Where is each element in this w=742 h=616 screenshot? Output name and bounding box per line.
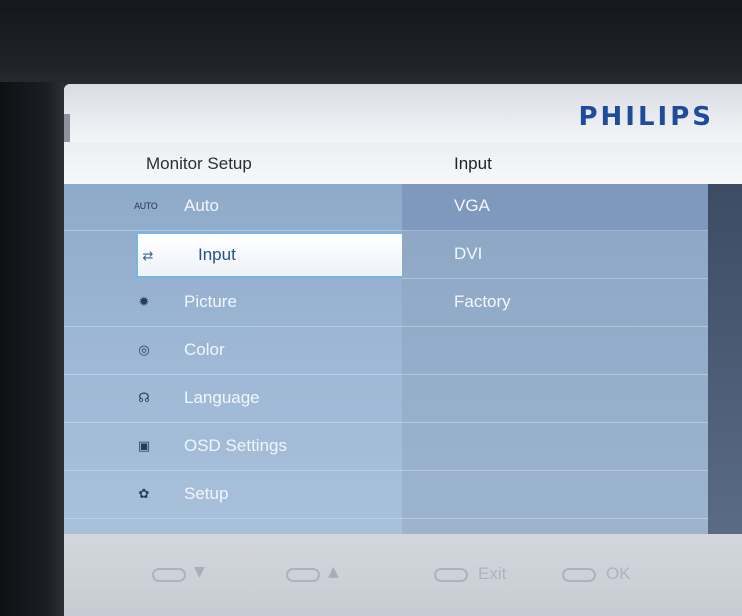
osd-footer: ▼ ▲ Exit OK bbox=[64, 534, 742, 616]
submenu-item-label: VGA bbox=[454, 196, 490, 215]
button-pill-icon bbox=[286, 568, 320, 582]
menu-item-label: Language bbox=[184, 388, 260, 407]
brand-logo: PHILIPS bbox=[578, 102, 714, 132]
up-arrow-icon: ▲ bbox=[328, 564, 339, 580]
submenu-item-vga[interactable]: VGA bbox=[402, 184, 708, 231]
auto-icon: AUTO bbox=[134, 202, 158, 212]
exit-label: Exit bbox=[478, 564, 507, 583]
menu-item-label: Setup bbox=[184, 484, 229, 503]
ok-label: OK bbox=[606, 564, 631, 583]
brightness-icon: ✹ bbox=[138, 295, 150, 310]
button-pill-icon bbox=[562, 568, 596, 582]
menu-item-color[interactable]: ◎ Color bbox=[64, 328, 402, 375]
submenu-item-dvi[interactable]: DVI bbox=[402, 232, 708, 279]
osd-header: PHILIPS bbox=[64, 84, 742, 142]
submenu-item-label: DVI bbox=[454, 244, 483, 263]
input-icon: ⇄ bbox=[142, 249, 154, 264]
submenu-item-empty bbox=[402, 472, 708, 519]
menu-item-language[interactable]: ☊ Language bbox=[64, 376, 402, 423]
monitor-bezel-top bbox=[0, 0, 742, 92]
menu-item-label: Auto bbox=[184, 196, 219, 215]
submenu-item-empty bbox=[402, 424, 708, 471]
button-pill-icon bbox=[434, 568, 468, 582]
menu-item-label: Input bbox=[198, 245, 236, 264]
monitor-bezel-left bbox=[0, 82, 64, 616]
osd-icon: ▣ bbox=[137, 439, 151, 454]
submenu-item-empty bbox=[402, 328, 708, 375]
gear-icon: ✿ bbox=[138, 487, 150, 502]
menu-item-label: OSD Settings bbox=[184, 436, 287, 455]
menu-item-label: Color bbox=[184, 340, 225, 359]
menu-item-setup[interactable]: ✿ Setup bbox=[64, 472, 402, 519]
language-icon: ☊ bbox=[138, 391, 150, 406]
menu-item-input[interactable]: ⇄ Input bbox=[136, 232, 410, 278]
color-icon: ◎ bbox=[138, 343, 150, 358]
title-bar: Monitor Setup Input bbox=[64, 142, 742, 185]
menu-item-label: Picture bbox=[184, 292, 237, 311]
button-pill-icon bbox=[152, 568, 186, 582]
menu-item-auto[interactable]: AUTO Auto bbox=[64, 184, 402, 231]
submenu-title: Input bbox=[454, 154, 492, 173]
submenu-item-factory[interactable]: Factory bbox=[402, 280, 708, 327]
down-arrow-icon: ▼ bbox=[194, 564, 205, 580]
submenu-edge bbox=[708, 184, 742, 534]
submenu-item-empty bbox=[402, 376, 708, 423]
menu-item-picture[interactable]: ✹ Picture bbox=[64, 280, 402, 327]
submenu-item-label: Factory bbox=[454, 292, 511, 311]
submenu-panel: VGA DVI Factory bbox=[402, 184, 742, 534]
main-menu: AUTO Auto ⇄ Input ✹ Picture ◎ Color ☊ La… bbox=[64, 184, 410, 534]
osd-window: PHILIPS Monitor Setup Input AUTO Auto ⇄ … bbox=[64, 84, 742, 616]
menu-title: Monitor Setup bbox=[146, 154, 252, 173]
menu-item-osd-settings[interactable]: ▣ OSD Settings bbox=[64, 424, 402, 471]
